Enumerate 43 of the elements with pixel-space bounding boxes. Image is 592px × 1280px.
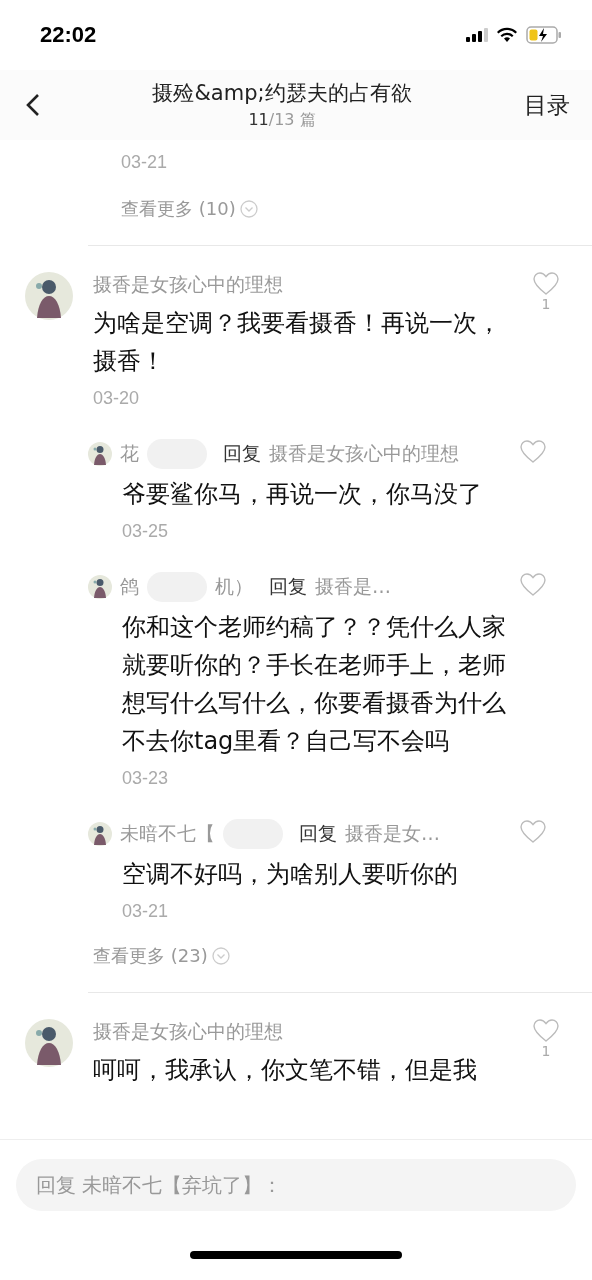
expand-icon [239,200,258,218]
like-count: 1 [541,1043,551,1059]
comment-date: 03-20 [93,388,141,409]
reply-target[interactable]: 摄香是… [315,574,391,600]
reply-date: 03-23 [122,768,170,789]
expand-icon [211,947,230,965]
reply-date: 03-21 [122,901,170,922]
signal-icon [466,28,488,42]
avatar[interactable] [88,822,112,846]
reply-label: 回复 [269,574,307,599]
toc-button[interactable]: 目录 [524,89,570,121]
status-time: 22:02 [40,22,97,48]
avatar[interactable] [88,575,112,599]
comment-text: 为啥是空调？我要看摄香！再说一次，摄香！ [93,308,502,377]
back-icon[interactable] [26,93,40,117]
avatar[interactable] [25,272,73,320]
reply-author[interactable]: 未暗不七【 [120,821,215,847]
reply-author[interactable]: 机） [215,574,253,600]
reply-text: 空调不好吗，为啥别人要听你的 [122,859,459,890]
show-more-link[interactable]: 查看更多 (23) [93,944,230,968]
avatar[interactable] [25,1019,73,1067]
reply-author[interactable]: 鸽 [120,574,139,600]
battery-charging-icon [526,26,562,44]
reply-author[interactable]: 花 [120,441,139,467]
current-chapter: 11 [248,110,269,129]
avatar[interactable] [88,442,112,466]
reply-text: 你和这个老师约稿了？？凭什么人家就要听你的？手长在老师手上，老师想写什么写什么，你要看摄香为什么不去你tag里看？自己写不会吗 [122,612,507,757]
reply-input[interactable]: 回复 未暗不七【弃坑了】： [16,1159,576,1211]
wifi-icon [496,27,518,43]
reply-date: 03-25 [122,521,170,542]
like-count: 1 [541,296,551,312]
chapter-total: /13 篇 [268,110,316,129]
reply-text: 爷要鲨你马，再说一次，你马没了 [122,479,483,510]
comment-author[interactable]: 摄香是女孩心中的理想 [93,1019,513,1045]
reply-target[interactable]: 摄香是女… [345,821,440,847]
show-more-link[interactable]: 查看更多 (10) [121,197,258,221]
reply-label: 回复 [223,441,261,466]
reply-target[interactable]: 摄香是女孩心中的理想 [269,441,459,467]
comment-author[interactable]: 摄香是女孩心中的理想 [93,272,513,298]
article-title: 摄殓&amp;约瑟夫的占有欲 [152,80,412,107]
reply-label: 回复 [299,821,337,846]
comment-text: 呵呵，我承认，你文笔不错，但是我 [93,1055,478,1086]
comment-date: 03-21 [121,152,169,173]
